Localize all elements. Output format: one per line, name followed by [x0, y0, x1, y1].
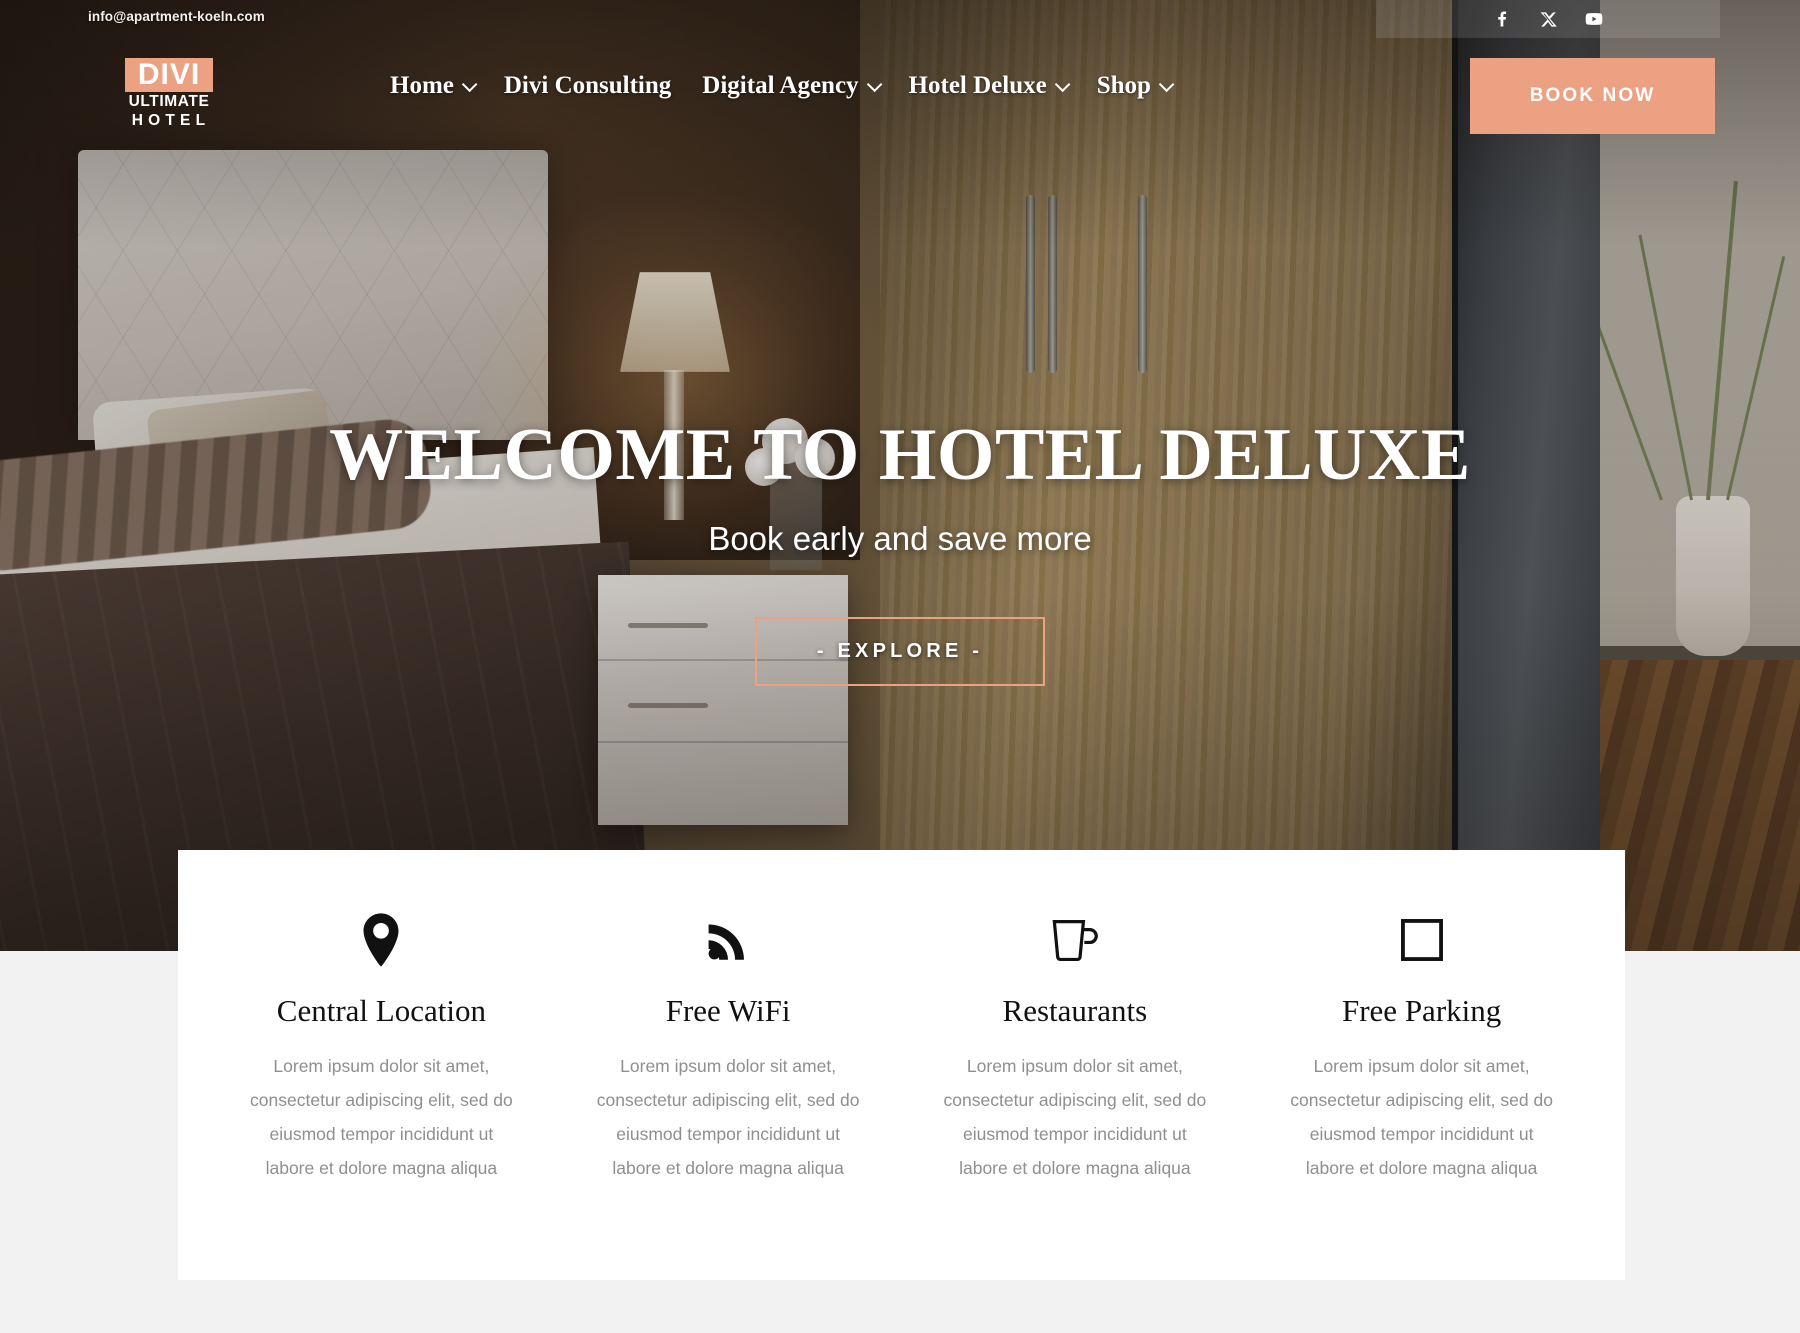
chevron-down-icon	[866, 76, 882, 92]
nav-item-shop[interactable]: Shop	[1096, 72, 1175, 100]
feature-description: Lorem ipsum dolor sit amet, consectetur …	[250, 1056, 513, 1178]
feature-central-location: Central Location Lorem ipsum dolor sit a…	[208, 912, 555, 1280]
coffee-mug-icon	[1049, 912, 1101, 968]
chevron-down-icon	[1158, 76, 1175, 92]
facebook-icon[interactable]	[1492, 9, 1512, 29]
hero-subtitle: Book early and save more	[708, 520, 1092, 557]
book-now-button[interactable]: BOOK NOW	[1470, 58, 1715, 134]
main-navigation: Home Divi Consulting Digital Agency Hote…	[390, 72, 1175, 100]
nav-item-home[interactable]: Home	[390, 72, 478, 100]
nav-item-hotel-deluxe[interactable]: Hotel Deluxe	[908, 72, 1071, 100]
nav-label: Hotel Deluxe	[908, 72, 1047, 99]
logo-line-divi: DIVI	[125, 58, 213, 92]
feature-restaurants: Restaurants Lorem ipsum dolor sit amet, …	[902, 912, 1249, 1280]
nav-label: Divi Consulting	[503, 72, 672, 99]
youtube-icon[interactable]	[1584, 9, 1604, 29]
chevron-down-icon	[1054, 76, 1071, 92]
nav-label: Digital Agency	[702, 72, 859, 99]
feature-title: Free WiFi	[665, 993, 791, 1028]
feature-free-parking: Free Parking Lorem ipsum dolor sit amet,…	[1248, 912, 1595, 1280]
top-bar: info@apartment-koeln.com	[0, 0, 1800, 38]
nav-item-divi-consulting[interactable]: Divi Consulting	[504, 72, 671, 100]
feature-title: Free Parking	[1341, 993, 1502, 1028]
wifi-icon	[705, 912, 751, 968]
chevron-down-icon	[461, 76, 478, 92]
social-links	[1376, 0, 1720, 38]
feature-free-wifi: Free WiFi Lorem ipsum dolor sit amet, co…	[555, 912, 902, 1280]
feature-title: Restaurants	[1002, 993, 1148, 1028]
logo-line-hotel: HOTEL	[131, 112, 211, 129]
nav-item-digital-agency[interactable]: Digital Agency	[702, 72, 882, 100]
x-twitter-icon[interactable]	[1538, 9, 1558, 29]
feature-description: Lorem ipsum dolor sit amet, consectetur …	[1290, 1056, 1553, 1178]
map-pin-icon	[361, 912, 401, 968]
hero-title: WELCOME TO HOTEL DELUXE	[329, 414, 1471, 496]
site-header: DIVI ULTIMATE HOTEL Home Divi Consulting…	[0, 38, 1800, 148]
features-card: Central Location Lorem ipsum dolor sit a…	[178, 850, 1625, 1280]
feature-title: Central Location	[276, 993, 486, 1028]
explore-button[interactable]: - EXPLORE -	[755, 617, 1045, 686]
page-root: info@apartment-koeln.com DIVI ULTIMATE H…	[0, 0, 1800, 1333]
feature-description: Lorem ipsum dolor sit amet, consectetur …	[943, 1056, 1207, 1178]
logo-line-ultimate: ULTIMATE	[128, 93, 210, 110]
square-outline-icon	[1400, 912, 1444, 968]
nav-label: Shop	[1096, 72, 1151, 99]
feature-description: Lorem ipsum dolor sit amet, consectetur …	[596, 1056, 860, 1178]
site-logo[interactable]: DIVI ULTIMATE HOTEL	[125, 58, 225, 130]
contact-email-link[interactable]: info@apartment-koeln.com	[88, 9, 265, 24]
nav-label: Home	[390, 72, 454, 99]
